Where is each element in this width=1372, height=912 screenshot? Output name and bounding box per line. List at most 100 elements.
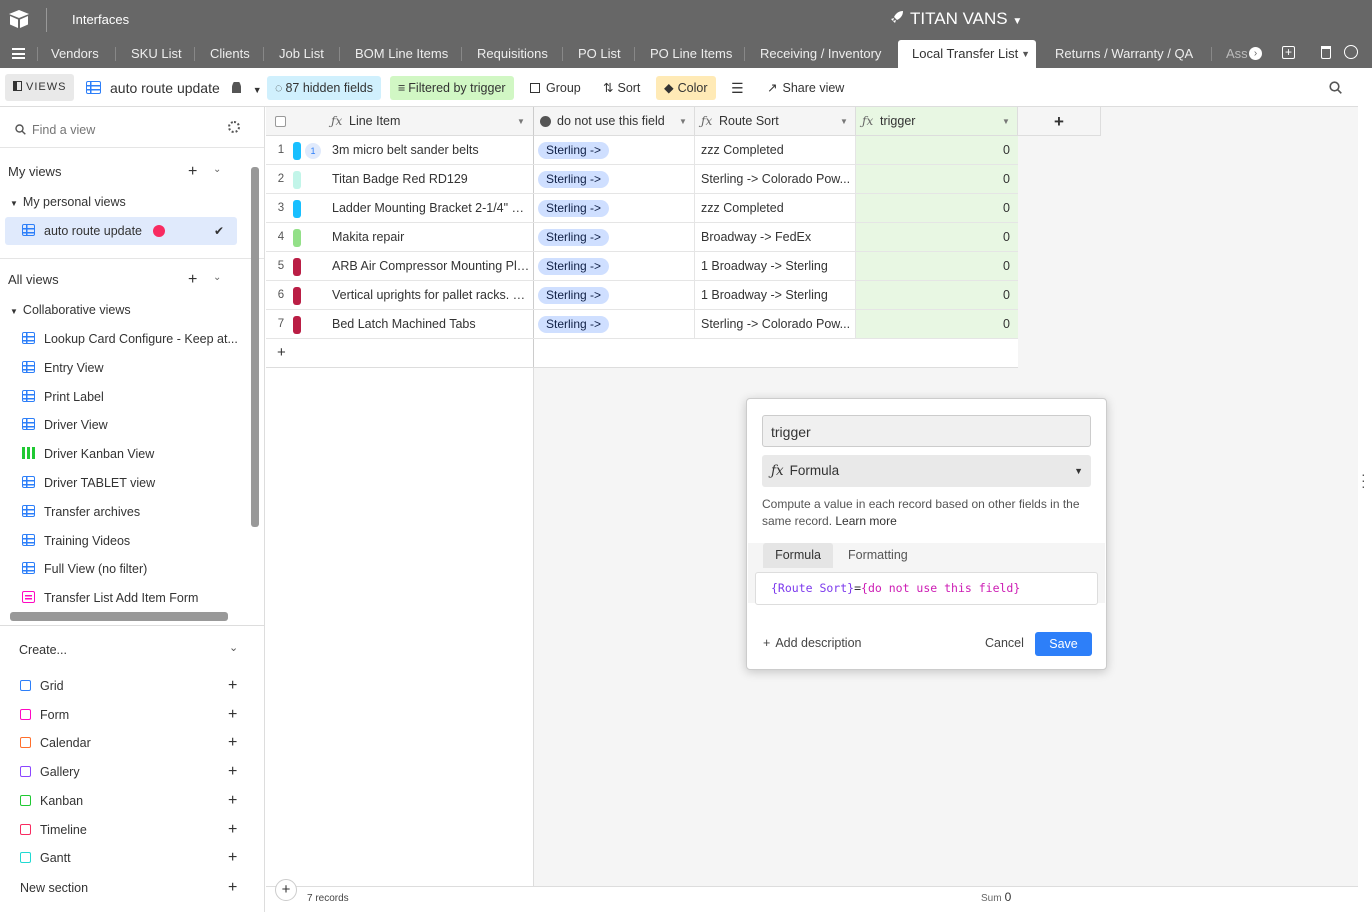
cell-line-item[interactable]: ARB Air Compressor Mounting Plate [332, 252, 530, 280]
column-menu-icon[interactable]: ▼ [1002, 107, 1010, 135]
view-item-0[interactable]: Lookup Card Configure - Keep at... [22, 326, 238, 352]
cell-route-sort[interactable]: Broadway -> FedEx [701, 223, 853, 251]
color-button[interactable]: ◆ Color [656, 76, 716, 100]
more-options-icon[interactable]: · · · [1361, 467, 1366, 493]
cell-trigger[interactable]: 0 [856, 136, 1018, 164]
column-menu-icon[interactable]: ▼ [679, 107, 687, 135]
field-type-select[interactable]: ƒx Formula ▼ [762, 455, 1091, 487]
cancel-button[interactable]: Cancel [985, 636, 1024, 650]
tab-job-list[interactable]: Job List [279, 40, 324, 68]
cell-line-item[interactable]: Vertical uprights for pallet racks. Lo..… [332, 281, 530, 309]
cell-do-not-use[interactable]: Sterling -> [538, 165, 693, 193]
table-row[interactable]: 6 Vertical uprights for pallet racks. Lo.… [266, 281, 1018, 310]
create-gallery-button[interactable]: Gallery [20, 761, 80, 783]
personal-views-section[interactable]: ▼ My personal views [10, 195, 126, 209]
tab-po-list[interactable]: PO List [578, 40, 621, 68]
base-title[interactable]: TITAN VANS ▼ [890, 9, 1022, 29]
group-button[interactable]: Group [530, 76, 581, 100]
cell-trigger[interactable]: 0 [856, 165, 1018, 193]
history-icon[interactable] [1344, 45, 1358, 59]
sum-summary[interactable]: Sum 0 [981, 890, 1011, 904]
add-gantt-icon[interactable]: + [228, 850, 237, 866]
view-item-8[interactable]: Full View (no filter) [22, 556, 147, 582]
sort-button[interactable]: ⇅ Sort [603, 76, 640, 100]
add-record-row[interactable]: + [266, 339, 1018, 368]
interfaces-link[interactable]: Interfaces [72, 12, 129, 27]
create-calendar-button[interactable]: Calendar [20, 732, 91, 754]
tab-formatting[interactable]: Formatting [848, 548, 908, 562]
row-height-icon[interactable]: ☰ [731, 76, 744, 100]
tab-returns-warranty-qa[interactable]: Returns / Warranty / QA [1055, 40, 1193, 68]
cell-route-sort[interactable]: Sterling -> Colorado Pow... [701, 165, 853, 193]
add-table-icon[interactable]: + [1282, 46, 1295, 59]
chevron-down-icon[interactable]: ⌄ [213, 164, 221, 175]
my-views-heading[interactable]: My views [8, 164, 61, 179]
view-item-1[interactable]: Entry View [22, 355, 104, 381]
table-row[interactable]: 1 1 3m micro belt sander belts Sterling -> z… [266, 136, 1018, 165]
column-header-route-sort[interactable]: ƒx Route Sort ▼ [695, 107, 856, 136]
add-description-button[interactable]: + Add description [763, 636, 861, 650]
table-row[interactable]: 4 Makita repair Sterling -> Broadway -> Fed… [266, 223, 1018, 252]
cell-line-item[interactable]: 3m micro belt sander belts [332, 136, 530, 164]
cell-do-not-use[interactable]: Sterling -> [538, 310, 693, 338]
cell-trigger[interactable]: 0 [856, 252, 1018, 280]
comment-count-badge[interactable]: 1 [305, 143, 321, 159]
tab-requisitions[interactable]: Requisitions [477, 40, 548, 68]
cell-trigger[interactable]: 0 [856, 281, 1018, 309]
tab-formula[interactable]: Formula [763, 543, 833, 568]
scroll-tabs-icon[interactable]: › [1249, 47, 1262, 60]
column-menu-icon[interactable]: ▼ [517, 107, 525, 135]
add-grid-icon[interactable]: + [228, 678, 237, 694]
cell-route-sort[interactable]: Sterling -> Colorado Pow... [701, 310, 853, 338]
hamburger-menu-icon[interactable] [12, 48, 25, 59]
cell-line-item[interactable]: Bed Latch Machined Tabs [332, 310, 530, 338]
formula-editor[interactable]: {Route Sort}={do not use this field} [755, 572, 1098, 605]
hidden-fields-button[interactable]: ◌ 87 hidden fields [267, 76, 382, 100]
add-field-button[interactable]: + [1018, 107, 1101, 136]
view-item-3[interactable]: Driver View [22, 412, 108, 438]
gear-icon[interactable] [228, 121, 240, 133]
view-name-button[interactable]: auto route update ▼ [86, 76, 262, 100]
all-views-heading[interactable]: All views [8, 272, 59, 287]
create-gantt-button[interactable]: Gantt [20, 847, 71, 869]
learn-more-link[interactable]: Learn more [835, 514, 896, 528]
cell-line-item[interactable]: Ladder Mounting Bracket 2-1/4" Ga... [332, 194, 530, 222]
table-row[interactable]: 5 ARB Air Compressor Mounting Plate Sterli… [266, 252, 1018, 281]
tab-local-transfer-list[interactable]: Local Transfer List ▼ [898, 40, 1036, 68]
tab-ass[interactable]: Ass [1226, 40, 1248, 68]
tab-po-line-items[interactable]: PO Line Items [650, 40, 732, 68]
search-icon[interactable] [1329, 81, 1342, 94]
cell-do-not-use[interactable]: Sterling -> [538, 281, 693, 309]
cell-line-item[interactable]: Makita repair [332, 223, 530, 251]
add-view-icon[interactable]: + [188, 272, 197, 288]
select-all-checkbox[interactable] [275, 116, 286, 127]
active-view-item[interactable]: auto route update ✔ [5, 217, 237, 245]
table-row[interactable]: 3 Ladder Mounting Bracket 2-1/4" Ga... Ste… [266, 194, 1018, 223]
tab-vendors[interactable]: Vendors [51, 40, 99, 68]
add-record-icon[interactable]: + [277, 339, 286, 367]
cell-route-sort[interactable]: 1 Broadway -> Sterling [701, 281, 853, 309]
add-timeline-icon[interactable]: + [228, 821, 237, 838]
cell-route-sort[interactable]: 1 Broadway -> Sterling [701, 252, 853, 280]
add-calendar-icon[interactable]: + [228, 735, 237, 751]
create-grid-button[interactable]: Grid [20, 675, 64, 697]
cell-trigger[interactable]: 0 [856, 194, 1018, 222]
view-item-7[interactable]: Training Videos [22, 528, 130, 554]
chevron-down-icon[interactable]: ⌄ [229, 641, 238, 654]
tab-clients[interactable]: Clients [210, 40, 250, 68]
new-section-button[interactable]: New section [20, 877, 88, 899]
cell-route-sort[interactable]: zzz Completed [701, 136, 853, 164]
column-menu-icon[interactable]: ▼ [840, 107, 848, 135]
view-item-9[interactable]: Transfer List Add Item Form [22, 585, 198, 611]
add-section-icon[interactable]: + [228, 880, 237, 896]
tab-sku-list[interactable]: SKU List [131, 40, 182, 68]
filter-button[interactable]: ≡ Filtered by trigger [390, 76, 514, 100]
cell-do-not-use[interactable]: Sterling -> [538, 136, 693, 164]
cell-do-not-use[interactable]: Sterling -> [538, 252, 693, 280]
chevron-down-icon[interactable]: ⌄ [213, 272, 221, 283]
field-name-input[interactable]: trigger [762, 415, 1091, 447]
find-view-input[interactable] [32, 120, 212, 140]
collaborative-views-section[interactable]: ▼ Collaborative views [10, 303, 131, 317]
tab-bom-line-items[interactable]: BOM Line Items [355, 40, 448, 68]
share-view-button[interactable]: ↗ Share view [767, 76, 844, 100]
